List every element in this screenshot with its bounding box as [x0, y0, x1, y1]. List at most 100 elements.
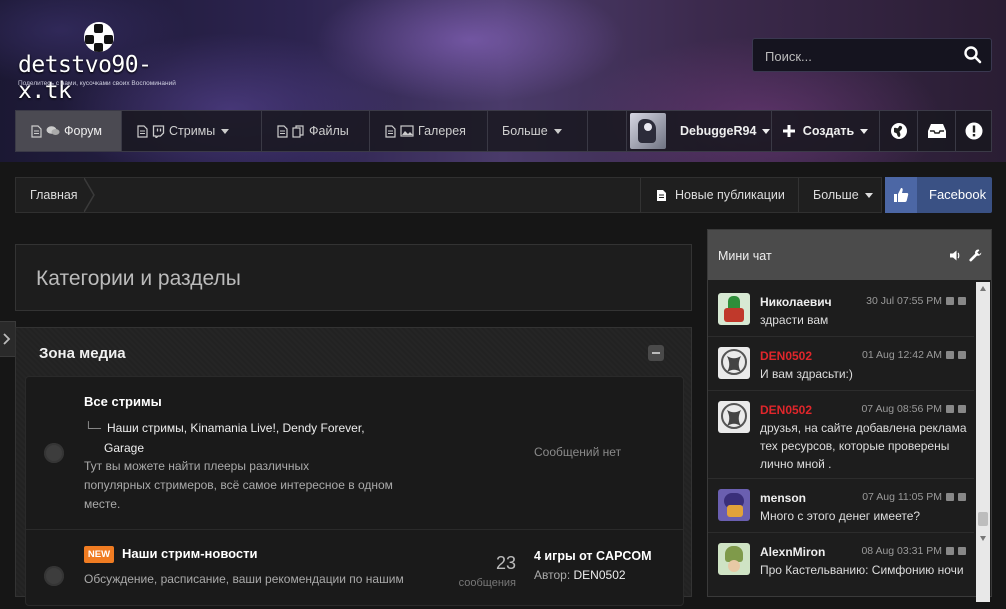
nav-gallery[interactable]: Галерея	[370, 111, 488, 151]
subforum-list: └─ Наши стримы, Kinamania Live!, Dendy Fo…	[84, 418, 384, 458]
avatar	[630, 113, 666, 149]
inbox-icon[interactable]	[917, 111, 955, 151]
collapse-icon[interactable]	[648, 345, 664, 361]
subforum-branch-icon: └─	[84, 421, 102, 435]
chat-bubbles-icon	[46, 126, 60, 135]
site-tagline: Поделитесь с нами, кусочками своих Воспо…	[18, 80, 176, 87]
search-input[interactable]	[763, 46, 957, 66]
edit-icon[interactable]	[946, 493, 954, 501]
chat-username[interactable]: AlexnMiron	[760, 545, 825, 559]
nav-more[interactable]: Больше	[488, 111, 588, 151]
subforum-line[interactable]: └─ Наши стримы, Kinamania Live!, Dendy Fo…	[84, 418, 384, 438]
user-menu[interactable]: DebuggeR94	[626, 111, 771, 151]
chat-text: Много с этого денег имеете?	[760, 509, 921, 523]
plus-icon	[782, 125, 795, 137]
page-title: Категории и разделы	[36, 267, 241, 290]
edit-icon[interactable]	[946, 547, 954, 555]
nav-forum[interactable]: Форум	[16, 111, 122, 151]
forum-row: NEW Наши стрим-новости Обсуждение, распи…	[26, 529, 683, 609]
forum-title[interactable]: Все стримы	[84, 394, 162, 409]
breadcrumb-more-button[interactable]: Больше	[798, 178, 882, 212]
chat-username[interactable]: DEN0502	[760, 403, 812, 417]
chat-username[interactable]: DEN0502	[760, 349, 812, 363]
nav-gallery-label: Галерея	[418, 124, 466, 138]
chat-username[interactable]: menson	[760, 491, 806, 505]
site-name: detstvo90-x.tk	[18, 52, 152, 104]
forum-status-icon	[44, 566, 64, 586]
breadcrumb-more-label: Больше	[813, 188, 859, 202]
image-icon	[400, 125, 414, 137]
nav-files[interactable]: Файлы	[262, 111, 370, 151]
chevron-down-icon	[553, 128, 562, 134]
delete-icon[interactable]	[958, 351, 966, 359]
document-icon	[137, 124, 148, 138]
soccer-ball-icon	[84, 22, 114, 52]
avatar	[718, 401, 750, 433]
delete-icon[interactable]	[958, 493, 966, 501]
chat-timestamp: 08 Aug 03:31 PM	[861, 545, 942, 557]
facebook-like-button[interactable]: Facebook	[885, 177, 992, 213]
scroll-down-icon[interactable]	[980, 536, 986, 541]
globe-icon[interactable]	[879, 111, 917, 151]
breadcrumb-home[interactable]: Главная	[16, 178, 92, 212]
scrollbar-thumb[interactable]	[978, 512, 988, 526]
files-icon	[292, 124, 304, 138]
forum-description: Тут вы можете найти плееры различных поп…	[84, 459, 393, 511]
chat-message: DEN0502 01 Aug 12:42 AM И вам здрасьти:)	[708, 336, 974, 391]
nav-streams-label: Стримы	[169, 124, 216, 138]
chat-title: Мини чат	[718, 249, 772, 263]
chat-message: DEN0502 07 Aug 08:56 PM друзья, на сайте…	[708, 390, 974, 479]
chat-header: Мини чат	[708, 230, 991, 280]
wrench-icon[interactable]	[969, 249, 982, 262]
chat-message: Николаевич 30 Jul 07:55 PM здрасти вам	[708, 282, 974, 337]
nav-more-label: Больше	[502, 124, 548, 138]
scroll-up-icon[interactable]	[980, 286, 986, 291]
avatar	[718, 489, 750, 521]
last-post-title[interactable]: 4 игры от CAPCOM	[534, 549, 652, 563]
chat-timestamp: 07 Aug 11:05 PM	[862, 491, 942, 503]
chat-messages: Николаевич 30 Jul 07:55 PM здрасти вам D…	[708, 282, 974, 602]
chat-text: друзья, на сайте добавлена реклама тех р…	[760, 421, 967, 471]
category-block: Зона медиа Все стримы └─ Наши стримы, Kin…	[15, 327, 692, 606]
author-link[interactable]: DEN0502	[574, 568, 626, 582]
edit-icon[interactable]	[946, 297, 954, 305]
subforum-line[interactable]: Garage	[84, 438, 384, 458]
delete-icon[interactable]	[958, 547, 966, 555]
chevron-down-icon	[762, 128, 771, 134]
mini-chat: Мини чат Николаевич 30 Jul 07:55 PM здра…	[707, 229, 992, 602]
sidebar-toggle[interactable]	[0, 321, 16, 357]
breadcrumb-separator	[84, 178, 95, 212]
delete-icon[interactable]	[958, 405, 966, 413]
main-navigation: Форум Стримы Файлы Галерея Больше Debugg…	[15, 110, 992, 152]
forum-title[interactable]: Наши стрим-новости	[122, 546, 258, 561]
site-logo[interactable]: detstvo90-x.tk Поделитесь с нами, кусочк…	[18, 22, 188, 104]
new-posts-label: Новые публикации	[675, 188, 785, 202]
nav-forum-label: Форум	[64, 124, 102, 138]
new-posts-button[interactable]: Новые публикации	[640, 178, 798, 212]
forum-description: Обсуждение, расписание, ваши рекомендаци…	[84, 572, 404, 586]
username: DebuggeR94	[680, 124, 757, 138]
edit-icon[interactable]	[946, 351, 954, 359]
chat-text: здрасти вам	[760, 313, 829, 327]
chevron-down-icon	[221, 128, 230, 134]
document-icon	[657, 189, 666, 201]
forum-last-post-empty: Сообщений нет	[534, 445, 622, 459]
sound-icon[interactable]	[950, 250, 962, 261]
post-count: 23	[495, 553, 516, 573]
chat-username[interactable]: Николаевич	[760, 295, 832, 309]
notifications-icon[interactable]	[955, 111, 991, 151]
forum-list: Все стримы └─ Наши стримы, Kinamania Live…	[25, 376, 684, 606]
chat-scrollbar[interactable]	[976, 282, 990, 602]
breadcrumb: Главная Новые публикации Больше	[15, 177, 882, 213]
delete-icon[interactable]	[958, 297, 966, 305]
search-icon[interactable]	[963, 45, 983, 65]
chat-message: menson 07 Aug 11:05 PM Много с этого ден…	[708, 478, 974, 533]
chat-text: Про Кастельванию: Симфонию ночи	[760, 563, 964, 577]
category-title[interactable]: Зона медиа	[39, 345, 126, 362]
edit-icon[interactable]	[946, 405, 954, 413]
nav-streams[interactable]: Стримы	[122, 111, 262, 151]
thumbs-up-icon	[885, 177, 917, 213]
chevron-down-icon	[864, 192, 873, 198]
chevron-right-icon	[3, 333, 11, 345]
create-button[interactable]: Создать	[771, 111, 879, 151]
